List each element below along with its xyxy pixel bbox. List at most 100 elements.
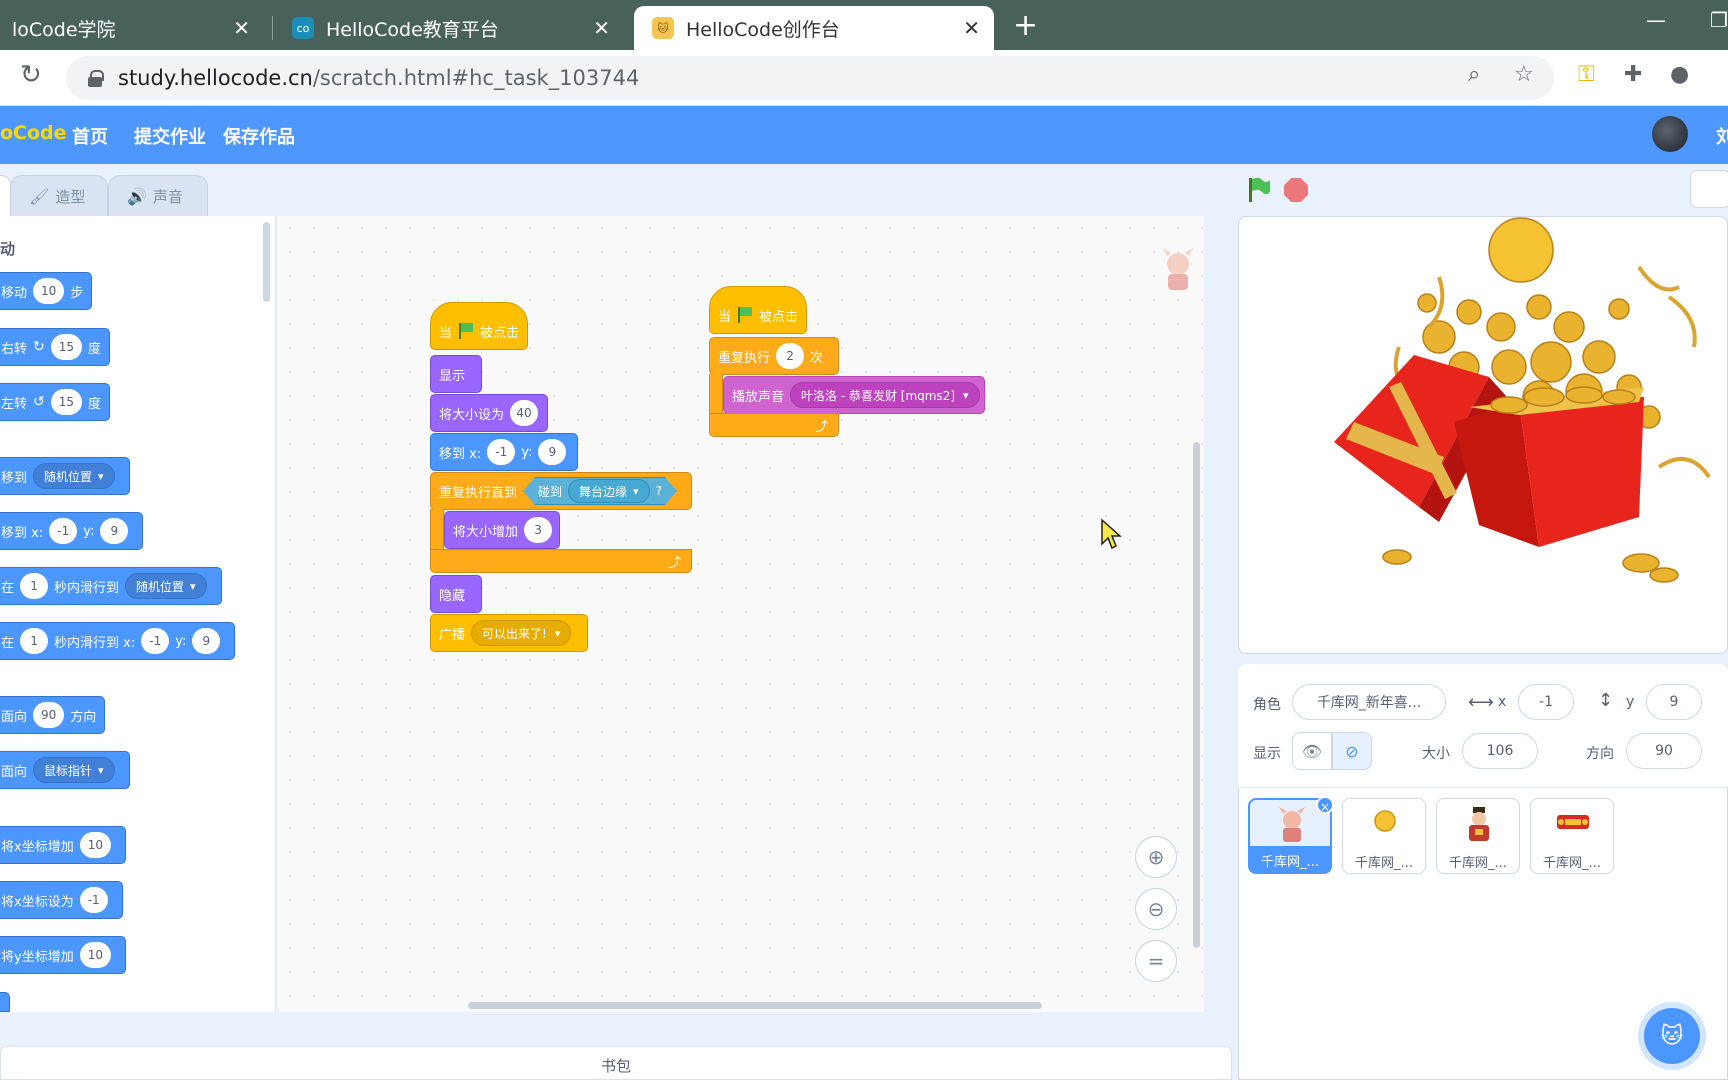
browser-tab-academy[interactable]: loCode学院 ✕ <box>0 6 264 50</box>
tab-sounds[interactable]: 🔊 声音 <box>108 175 208 217</box>
block-dropdown[interactable]: 随机位置 <box>125 573 207 599</box>
palette-block-turn-right[interactable]: 右转 ↻ 15 度 <box>0 328 111 366</box>
palette-block-goto[interactable]: 移到 随机位置 <box>0 457 130 495</box>
zoom-reset-icon[interactable]: = <box>1135 940 1177 982</box>
x-input[interactable]: -1 <box>1518 684 1574 720</box>
show-block[interactable]: 显示 <box>430 355 482 393</box>
tab-costumes[interactable]: 🖌 造型 <box>10 175 108 217</box>
block-text: 面向 <box>1 709 28 725</box>
code-workspace[interactable] <box>278 216 1204 1012</box>
goto-xy-block[interactable]: 移到 x: -1 y: 9 <box>430 433 578 471</box>
block-input[interactable]: 10 <box>33 278 65 304</box>
close-icon[interactable]: ✕ <box>233 16 250 40</box>
palette-block-point-towards[interactable]: 面向 鼠标指针 <box>0 751 130 789</box>
new-tab-icon[interactable]: + <box>1013 8 1038 43</box>
show-eye-icon[interactable]: 👁 <box>1292 732 1332 770</box>
block-input[interactable]: 15 <box>50 334 83 360</box>
palette-block-partial[interactable] <box>0 992 10 1012</box>
maximize-icon[interactable]: ❐ <box>1710 8 1728 32</box>
change-size-block[interactable]: 将大小增加 3 <box>444 511 560 549</box>
palette-block-change-x[interactable]: 将x坐标增加 10 <box>0 826 126 864</box>
repeat-until-block[interactable]: 重复执行直到 碰到 舞台边缘 ? <box>430 472 692 510</box>
sprite-thumb-2[interactable]: 千库网_... <box>1342 798 1426 874</box>
palette-block-point-direction[interactable]: 面向 90 方向 <box>0 696 106 734</box>
block-input[interactable]: -1 <box>79 887 108 913</box>
browser-tab-platform[interactable]: co HelloCode教育平台 ✕ <box>274 6 624 50</box>
when-flag-clicked-hat[interactable]: 当 被点击 <box>430 302 528 350</box>
minimize-icon[interactable]: — <box>1646 8 1666 32</box>
block-input[interactable]: -1 <box>141 628 170 654</box>
url-input[interactable]: study.hellocode.cn /scratch.html#hc_task… <box>66 56 1554 100</box>
block-input[interactable]: 9 <box>100 518 129 544</box>
block-input[interactable]: 1 <box>20 628 49 654</box>
brand-logo[interactable]: oCode <box>0 122 67 144</box>
block-input[interactable]: 2 <box>776 343 805 369</box>
close-icon[interactable]: ✕ <box>963 16 980 40</box>
block-input[interactable]: 3 <box>524 517 553 543</box>
play-sound-block[interactable]: 播放声音 叶洛洛 - 恭喜发财 [mqms2] <box>723 376 985 414</box>
block-input[interactable]: -1 <box>49 518 78 544</box>
hide-eye-icon[interactable]: ⊘ <box>1332 732 1372 770</box>
palette-block-move[interactable]: 移动 10 步 <box>0 272 93 310</box>
block-input[interactable]: 10 <box>79 942 111 968</box>
palette-block-goto-xy[interactable]: 移到 x: -1 y: 9 <box>0 512 144 550</box>
green-flag-button[interactable] <box>1246 176 1272 204</box>
workspace-vertical-scrollbar[interactable] <box>1193 442 1200 948</box>
palette-block-set-x[interactable]: 将x坐标设为 -1 <box>0 881 123 919</box>
when-flag-clicked-hat-2[interactable]: 当 被点击 <box>709 286 807 334</box>
block-input[interactable]: 1 <box>20 573 49 599</box>
repeat-block[interactable]: 重复执行 2 次 <box>709 337 839 375</box>
block-dropdown[interactable]: 鼠标指针 <box>33 757 115 783</box>
palette-block-turn-left[interactable]: 左转 ↺ 15 度 <box>0 383 111 421</box>
sprite-thumb-1[interactable]: × 千库网_... <box>1248 796 1334 874</box>
block-dropdown[interactable]: 叶洛洛 - 恭喜发财 [mqms2] <box>790 382 980 408</box>
avatar[interactable] <box>1652 116 1688 152</box>
nav-save-work[interactable]: 保存作品 <box>223 123 295 149</box>
block-input[interactable]: 9 <box>192 628 221 654</box>
block-input[interactable]: 9 <box>538 439 567 465</box>
palette-scrollbar[interactable] <box>263 222 270 302</box>
palette-block-glide-random[interactable]: 在 1 秒内滑行到 随机位置 <box>0 567 222 605</box>
nav-home[interactable]: 首页 <box>72 123 108 149</box>
browser-tab-studio[interactable]: 🐱 HelloCode创作台 ✕ <box>634 6 994 50</box>
delete-sprite-icon[interactable]: × <box>1316 796 1334 814</box>
block-input[interactable]: 10 <box>79 832 111 858</box>
direction-input[interactable]: 90 <box>1626 733 1702 769</box>
block-dropdown[interactable]: 随机位置 <box>33 463 115 489</box>
set-size-block[interactable]: 将大小设为 40 <box>430 394 548 432</box>
zoom-out-icon[interactable]: ⊖ <box>1135 888 1177 930</box>
user-name[interactable]: 刘 <box>1716 123 1728 149</box>
block-input[interactable]: 40 <box>510 400 539 426</box>
add-sprite-cat-icon[interactable]: 🐱 <box>1644 1008 1700 1064</box>
close-icon[interactable]: ✕ <box>593 16 610 40</box>
zoom-icon[interactable]: ⌕ <box>1468 62 1480 87</box>
zoom-in-icon[interactable]: ⊕ <box>1135 836 1177 878</box>
reload-icon[interactable]: ↻ <box>20 60 42 90</box>
size-input[interactable]: 106 <box>1462 733 1538 769</box>
sprite-thumb-3[interactable]: 千库网_... <box>1436 798 1520 874</box>
palette-block-glide-xy[interactable]: 在 1 秒内滑行到 x: -1 y: 9 <box>0 622 236 660</box>
block-input[interactable]: -1 <box>487 439 516 465</box>
stop-button[interactable] <box>1284 178 1308 202</box>
hide-block[interactable]: 隐藏 <box>430 575 482 613</box>
stage[interactable] <box>1238 216 1728 654</box>
palette-block-change-y[interactable]: 将y坐标增加 10 <box>0 936 126 974</box>
extensions-icon[interactable]: ✚ <box>1624 62 1642 87</box>
stage-size-toggle[interactable] <box>1690 170 1728 208</box>
backpack-bar[interactable]: 书包 <box>0 1046 1232 1080</box>
workspace-horizontal-scrollbar[interactable] <box>468 1002 1042 1009</box>
block-text: 右转 <box>1 341 28 357</box>
y-input[interactable]: 9 <box>1646 684 1702 720</box>
touching-condition[interactable]: 碰到 舞台边缘 ? <box>523 477 677 505</box>
key-icon[interactable]: ⚿ <box>1578 62 1595 87</box>
broadcast-block[interactable]: 广播 可以出来了! <box>430 614 588 652</box>
block-input[interactable]: 90 <box>33 702 65 728</box>
block-dropdown[interactable]: 可以出来了! <box>471 620 572 646</box>
block-dropdown[interactable]: 舞台边缘 <box>568 479 650 503</box>
block-input[interactable]: 15 <box>50 389 83 415</box>
sprite-name-input[interactable]: 千库网_新年喜... <box>1292 684 1446 720</box>
sprite-thumb-4[interactable]: 千库网_... <box>1530 798 1614 874</box>
profile-icon[interactable]: ● <box>1670 62 1689 87</box>
nav-submit-homework[interactable]: 提交作业 <box>134 123 206 149</box>
bookmark-star-icon[interactable]: ☆ <box>1514 62 1534 87</box>
